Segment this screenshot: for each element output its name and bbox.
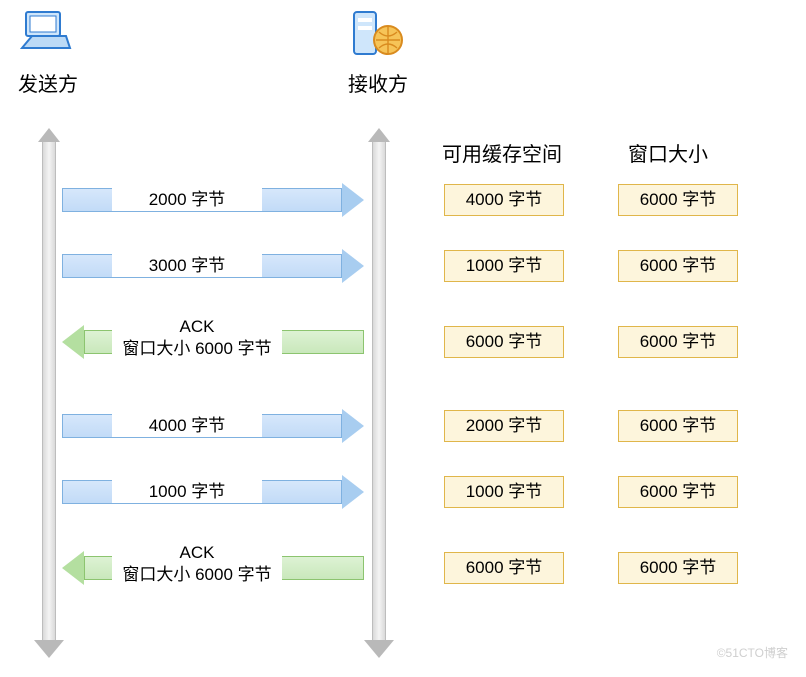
col-header-window: 窗口大小 bbox=[628, 138, 708, 167]
col-header-buffer: 可用缓存空间 bbox=[442, 138, 562, 167]
watermark: ©51CTO博客 bbox=[717, 644, 788, 661]
arrow-label: 3000 字节 bbox=[112, 250, 262, 277]
window-cell: 6000 字节 bbox=[618, 250, 738, 282]
ack-arrow: ACK窗口大小 6000 字节 bbox=[62, 325, 364, 359]
buffer-cell: 4000 字节 bbox=[444, 184, 564, 216]
arrow-label: 2000 字节 bbox=[112, 184, 262, 211]
buffer-cell: 2000 字节 bbox=[444, 410, 564, 442]
arrow-label: 4000 字节 bbox=[112, 410, 262, 437]
receiver-label: 接收方 bbox=[348, 68, 408, 97]
window-cell: 6000 字节 bbox=[618, 552, 738, 584]
window-cell: 6000 字节 bbox=[618, 326, 738, 358]
send-arrow: 4000 字节 bbox=[62, 409, 364, 443]
buffer-cell: 1000 字节 bbox=[444, 250, 564, 282]
arrow-label: ACK窗口大小 6000 字节 bbox=[112, 541, 282, 587]
send-arrow: 1000 字节 bbox=[62, 475, 364, 509]
sender-timeline bbox=[38, 128, 60, 658]
window-cell: 6000 字节 bbox=[618, 476, 738, 508]
window-cell: 6000 字节 bbox=[618, 410, 738, 442]
arrow-label: ACK窗口大小 6000 字节 bbox=[112, 315, 282, 361]
sender-label: 发送方 bbox=[18, 68, 78, 97]
window-cell: 6000 字节 bbox=[618, 184, 738, 216]
diagram: 发送方 接收方 可用缓存空间 窗口大小 2000 字节 3000 字节 ACK窗口大… bbox=[10, 10, 796, 667]
receiver-timeline bbox=[368, 128, 390, 658]
buffer-cell: 6000 字节 bbox=[444, 326, 564, 358]
laptop-icon bbox=[20, 10, 72, 54]
ack-arrow: ACK窗口大小 6000 字节 bbox=[62, 551, 364, 585]
server-globe-icon bbox=[352, 10, 406, 58]
send-arrow: 2000 字节 bbox=[62, 183, 364, 217]
buffer-cell: 6000 字节 bbox=[444, 552, 564, 584]
send-arrow: 3000 字节 bbox=[62, 249, 364, 283]
arrow-label: 1000 字节 bbox=[112, 476, 262, 503]
buffer-cell: 1000 字节 bbox=[444, 476, 564, 508]
